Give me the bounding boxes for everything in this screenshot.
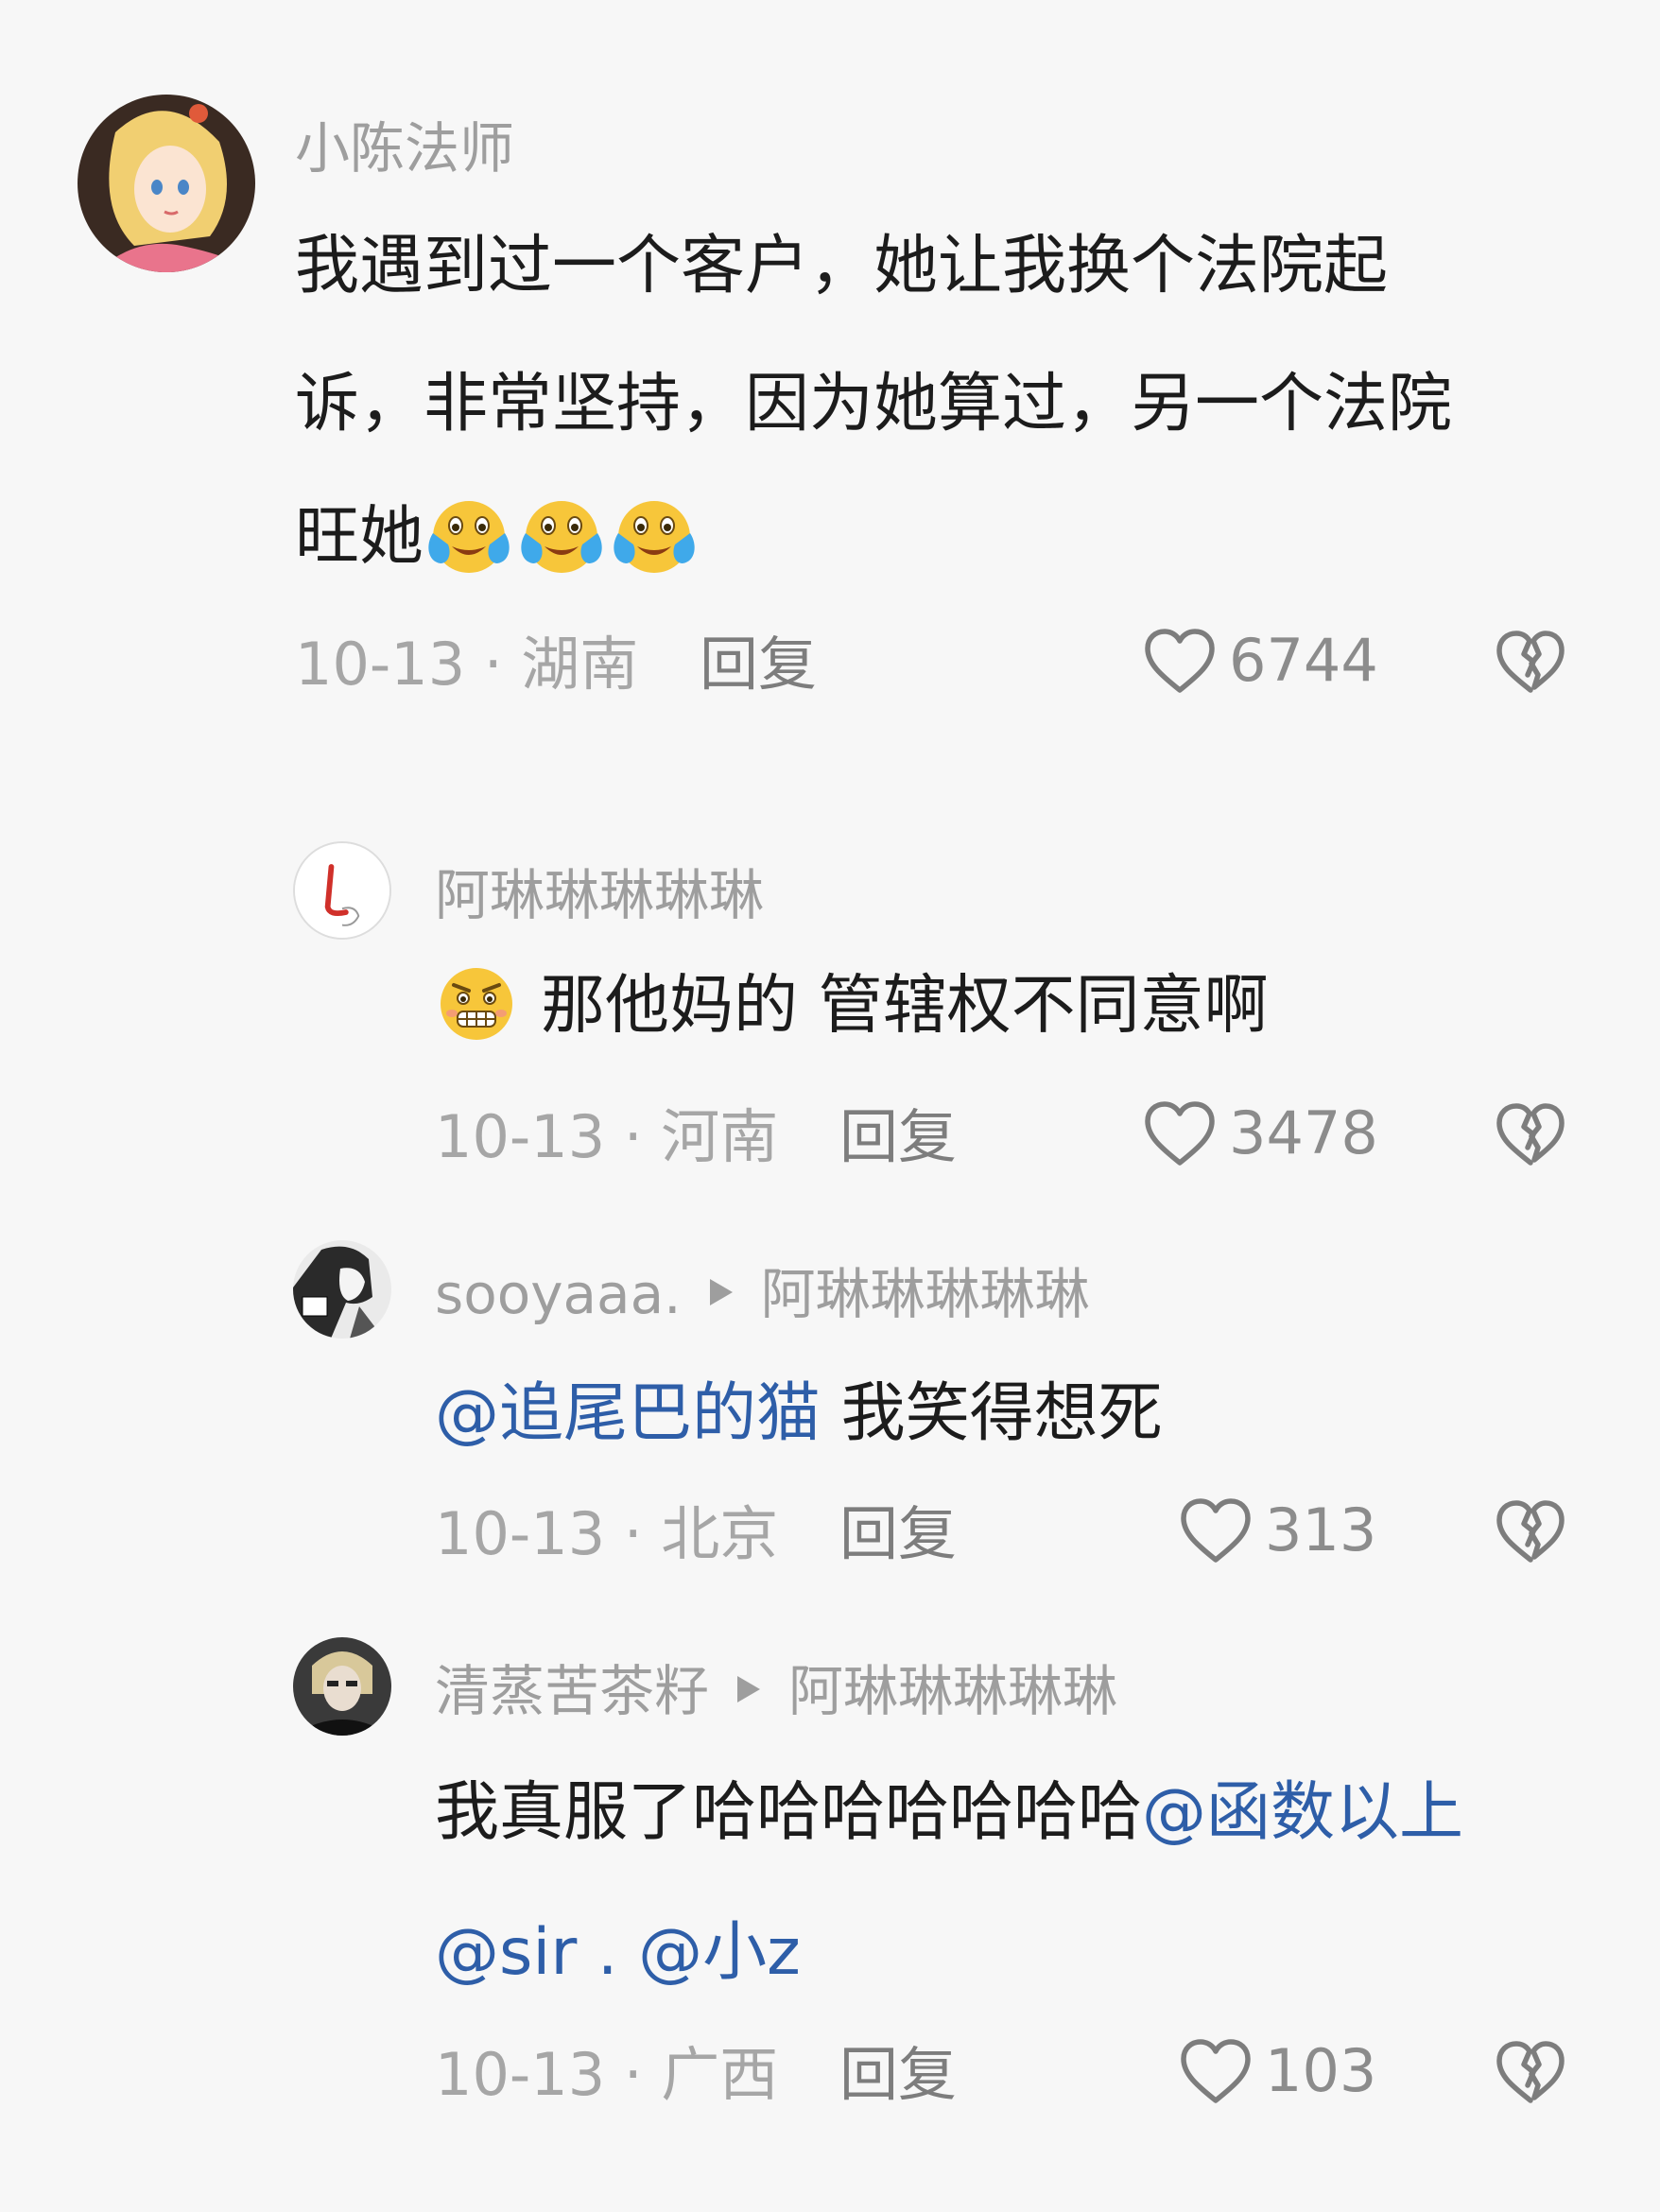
reply-button[interactable]: 回复 (700, 635, 817, 694)
dislike-button[interactable] (1494, 1100, 1567, 1168)
comment-text-line: 诉，非常坚持，因为她算过，另一个法院 (295, 367, 1453, 441)
like-button[interactable]: 3478 (1142, 1098, 1378, 1168)
comment-text-segment: 旺她 (295, 499, 424, 575)
crying-laughing-emoji (424, 488, 514, 579)
reply-header: sooyaaa. 阿琳琳琳琳琳 (435, 1267, 1090, 1322)
crying-laughing-emoji (609, 488, 700, 579)
comment-meta: 10-13 · 北京 (435, 1499, 779, 1568)
triangle-right-icon (709, 1278, 733, 1305)
grimacing-face-emoji (431, 957, 522, 1047)
reply-button[interactable]: 回复 (839, 1108, 957, 1166)
comment-text-line: 那他妈的 管辖权不同意啊 (431, 964, 1269, 1055)
comment-meta: 10-13 · 河南 (435, 1102, 779, 1171)
dislike-button[interactable] (1494, 1497, 1567, 1565)
like-button[interactable]: 103 (1178, 2036, 1376, 2106)
username[interactable]: 小陈法师 (295, 121, 514, 176)
comment-text-line: 我遇到过一个客户，她让我换个法院起 (295, 229, 1389, 303)
username[interactable]: 阿琳琳琳琳琳 (435, 868, 764, 923)
like-button[interactable]: 6744 (1142, 626, 1378, 696)
avatar[interactable] (293, 1240, 391, 1339)
mention-link[interactable]: @sir . @小z (435, 1915, 801, 1990)
like-count: 313 (1265, 1495, 1377, 1564)
mention-link[interactable]: @追尾巴的猫 (435, 1376, 821, 1451)
comment-text-line: 旺她 (295, 495, 701, 586)
username[interactable]: sooyaaa. (435, 1262, 682, 1326)
broken-heart-icon (1494, 1100, 1567, 1168)
comment-text-segment: 我真服了哈哈哈哈哈哈哈 (435, 1775, 1143, 1850)
comment-text-line: @追尾巴的猫 我笑得想死 (435, 1382, 1163, 1446)
comment-text-line: @sir . @小z (435, 1921, 801, 1985)
like-count: 103 (1265, 2036, 1377, 2105)
avatar[interactable] (293, 1637, 391, 1736)
mention-link[interactable]: @函数以上 (1142, 1775, 1463, 1850)
username[interactable]: 清蒸苦茶籽 (435, 1659, 709, 1723)
comment-text-segment: 我笑得想死 (821, 1376, 1163, 1451)
comment-text-segment: 那他妈的 管辖权不同意啊 (541, 968, 1269, 1044)
dislike-button[interactable] (1494, 2038, 1567, 2106)
reply-button[interactable]: 回复 (839, 1505, 957, 1564)
reply-button[interactable]: 回复 (839, 2046, 957, 2104)
avatar[interactable] (78, 95, 255, 272)
broken-heart-icon (1494, 1497, 1567, 1565)
comment-meta: 10-13 · 湖南 (295, 630, 639, 699)
heart-outline-icon (1178, 1495, 1254, 1565)
triangle-right-icon (737, 1675, 761, 1702)
reply-header: 清蒸苦茶籽 阿琳琳琳琳琳 (435, 1664, 1117, 1719)
heart-outline-icon (1178, 2036, 1254, 2106)
like-button[interactable]: 313 (1178, 1495, 1376, 1565)
heart-outline-icon (1142, 626, 1218, 696)
avatar[interactable] (293, 841, 391, 940)
reply-target-username[interactable]: 阿琳琳琳琳琳 (761, 1262, 1090, 1326)
dislike-button[interactable] (1494, 628, 1567, 696)
heart-outline-icon (1142, 1098, 1218, 1168)
comment-thread: 小陈法师 我遇到过一个客户，她让我换个法院起 诉，非常坚持，因为她算过，另一个法… (0, 0, 1660, 2212)
like-count: 6744 (1229, 626, 1378, 695)
reply-target-username[interactable]: 阿琳琳琳琳琳 (788, 1659, 1117, 1723)
comment-meta: 10-13 · 广西 (435, 2040, 779, 2109)
broken-heart-icon (1494, 628, 1567, 696)
comment-text-line: 我真服了哈哈哈哈哈哈哈@函数以上 (435, 1781, 1463, 1845)
broken-heart-icon (1494, 2038, 1567, 2106)
crying-laughing-emoji (516, 488, 607, 579)
like-count: 3478 (1229, 1098, 1378, 1167)
